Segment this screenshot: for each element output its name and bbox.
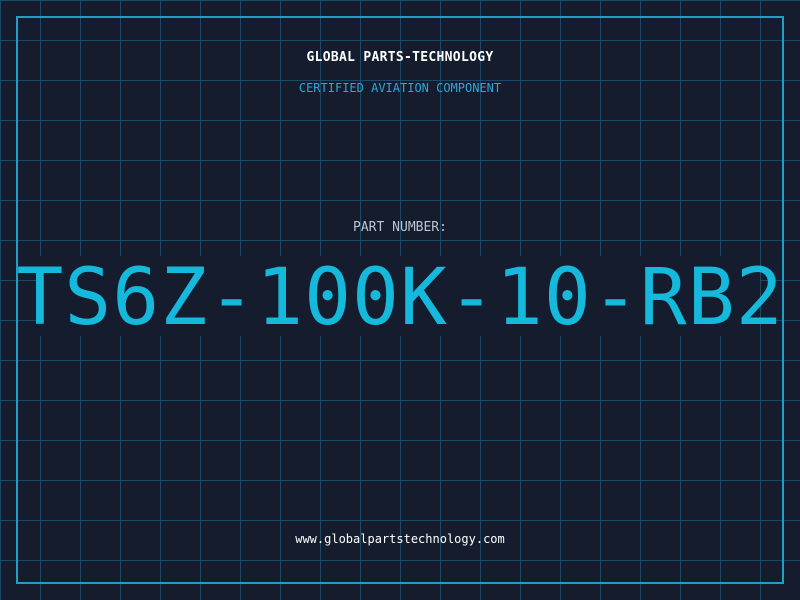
company-name: GLOBAL PARTS-TECHNOLOGY — [306, 50, 494, 65]
certification-subtitle: CERTIFIED AVIATION COMPONENT — [298, 81, 502, 95]
website-url: www.globalpartstechnology.com — [295, 532, 505, 546]
part-number-value: TS6Z-100K-10-RB2 — [16, 253, 784, 343]
certificate-canvas: GLOBAL PARTS-TECHNOLOGY CERTIFIED AVIATI… — [0, 0, 800, 600]
part-number-label: PART NUMBER: — [353, 220, 447, 235]
